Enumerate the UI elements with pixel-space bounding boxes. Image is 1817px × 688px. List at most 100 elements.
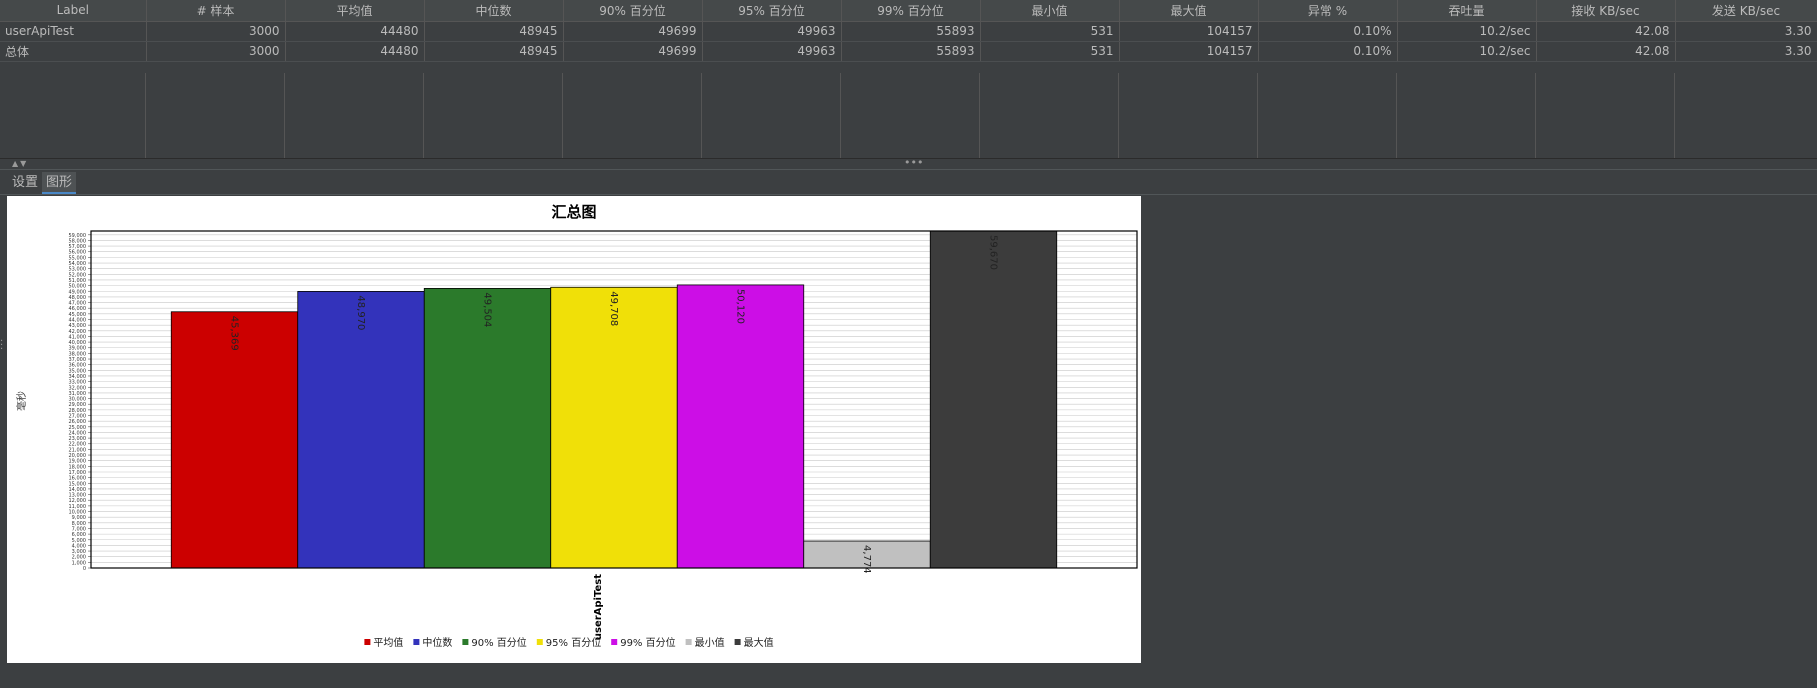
y-tick-label: 23,000 [69, 436, 87, 442]
column-divider [1257, 73, 1258, 160]
bar-value-label: 59,670 [988, 235, 999, 270]
table-cell: 531 [980, 21, 1120, 42]
tab-settings[interactable]: 设置 [8, 172, 42, 194]
bar-value-label: 48,970 [355, 295, 366, 330]
y-tick-label: 57,000 [69, 244, 87, 250]
table-cell: 0.10% [1258, 21, 1398, 42]
table-cell: 48945 [424, 41, 564, 62]
y-tick-label: 14,000 [69, 487, 87, 493]
table-cell: 总体 [0, 41, 147, 62]
column-divider [145, 73, 146, 160]
column-header[interactable]: 最小值 [980, 0, 1120, 22]
legend-label: 99% 百分位 [620, 636, 675, 649]
y-tick-label: 54,000 [69, 261, 87, 267]
tab-graph[interactable]: 图形 [42, 172, 77, 194]
column-header[interactable]: 发送 KB/sec [1675, 0, 1817, 22]
y-tick-label: 42,000 [69, 329, 87, 335]
y-tick-label: 7,000 [72, 526, 86, 532]
table-cell: 48945 [424, 21, 564, 42]
y-tick-label: 20,000 [69, 453, 87, 459]
bar-value-label: 49,708 [608, 291, 619, 326]
y-tick-label: 15,000 [69, 481, 87, 487]
y-tick-label: 38,000 [69, 351, 87, 357]
y-tick-label: 22,000 [69, 442, 87, 448]
bar [676, 284, 805, 569]
y-tick-label: 27,000 [69, 414, 87, 420]
table-cell: userApiTest [0, 21, 147, 42]
table-cell: 10.2/sec [1397, 41, 1537, 62]
table-row[interactable]: 总体 3000 44480 48945 49699 49963 55893 53… [0, 41, 1817, 62]
collapse-arrows-icon[interactable]: ▲▼ [12, 159, 28, 169]
y-tick-label: 33,000 [69, 380, 87, 386]
drag-handle-icon[interactable]: ••• [904, 157, 923, 168]
column-header[interactable]: 平均值 [285, 0, 425, 22]
y-tick-label: 47,000 [69, 301, 87, 307]
y-tick-label: 4,000 [72, 543, 86, 549]
column-divider [1674, 73, 1675, 160]
y-tick-label: 45,000 [69, 312, 87, 318]
table-cell: 49699 [563, 21, 703, 42]
column-header[interactable]: 95% 百分位 [702, 0, 842, 22]
y-tick-label: 1,000 [72, 560, 86, 566]
tab-divider [0, 194, 1817, 195]
column-divider [423, 73, 424, 160]
column-divider [284, 73, 285, 160]
bar [550, 286, 678, 569]
table-cell: 3000 [146, 41, 286, 62]
column-header[interactable]: 吞吐量 [1397, 0, 1537, 22]
y-tick-label: 36,000 [69, 363, 87, 369]
column-divider [840, 73, 841, 160]
y-tick-label: 35,000 [69, 368, 87, 374]
legend-label: 95% 百分位 [546, 636, 601, 649]
column-header[interactable]: 异常 % [1258, 0, 1398, 22]
y-tick-label: 6,000 [72, 532, 86, 538]
chart-bars: 45,369 48,970 49,504 49,708 50,120 4,774 59,67… [170, 230, 1058, 574]
summary-table-area: Label # 样本 平均值 中位数 90% 百分位 95% 百分位 99% 百… [0, 0, 1817, 160]
y-tick-label: 55,000 [69, 255, 87, 261]
legend-swatch [536, 639, 543, 645]
chart-title: 汇总图 [551, 203, 596, 221]
table-cell: 55893 [841, 41, 981, 62]
chart-panel: 汇总图 毫秒 45,369 48,970 49,504 49,708 50,120 4,7… [7, 196, 1141, 663]
side-drag-handle-icon[interactable]: · · · [0, 337, 3, 355]
column-divider [1396, 73, 1397, 160]
column-header[interactable]: 中位数 [424, 0, 564, 22]
column-header[interactable]: 99% 百分位 [841, 0, 981, 22]
y-tick-label: 26,000 [69, 419, 87, 425]
y-tick-label: 30,000 [69, 397, 87, 403]
column-header[interactable]: # 样本 [146, 0, 286, 22]
column-header[interactable]: 90% 百分位 [563, 0, 703, 22]
legend-swatch [364, 639, 371, 645]
table-cell: 3.30 [1675, 41, 1817, 62]
y-tick-label: 18,000 [69, 464, 87, 470]
y-tick-label: 40,000 [69, 340, 87, 346]
y-tick-label: 8,000 [72, 521, 86, 527]
summary-chart: 汇总图 毫秒 45,369 48,970 49,504 49,708 50,120 4,7… [15, 203, 1138, 649]
bar-value-label: 45,369 [229, 316, 240, 351]
table-cell: 49963 [702, 21, 842, 42]
y-tick-label: 2,000 [72, 555, 86, 561]
y-tick-label: 51,000 [69, 278, 87, 284]
y-tick-label: 29,000 [69, 402, 87, 408]
column-divider [701, 73, 702, 160]
y-tick-label: 5,000 [72, 538, 86, 544]
y-tick-label: 56,000 [69, 250, 87, 256]
y-tick-label: 3,000 [72, 549, 86, 555]
y-tick-label: 13,000 [69, 493, 87, 499]
table-cell: 3000 [146, 21, 286, 42]
bar [297, 291, 425, 569]
legend-label: 中位数 [422, 636, 452, 649]
y-tick-label: 39,000 [69, 346, 87, 352]
column-header[interactable]: 最大值 [1119, 0, 1259, 22]
column-header[interactable]: 接收 KB/sec [1536, 0, 1676, 22]
table-cell: 49699 [563, 41, 703, 62]
bar-value-label: 50,120 [735, 289, 746, 324]
bar [929, 230, 1058, 569]
table-row[interactable]: userApiTest 3000 44480 48945 49699 49963… [0, 21, 1817, 42]
y-tick-label: 52,000 [69, 272, 87, 278]
column-header[interactable]: Label [0, 0, 147, 22]
y-tick-label: 28,000 [69, 408, 87, 414]
legend-swatch [462, 639, 469, 645]
split-pane-divider[interactable]: ▲▼ ••• [0, 157, 1817, 170]
y-tick-label: 0 [83, 566, 86, 572]
